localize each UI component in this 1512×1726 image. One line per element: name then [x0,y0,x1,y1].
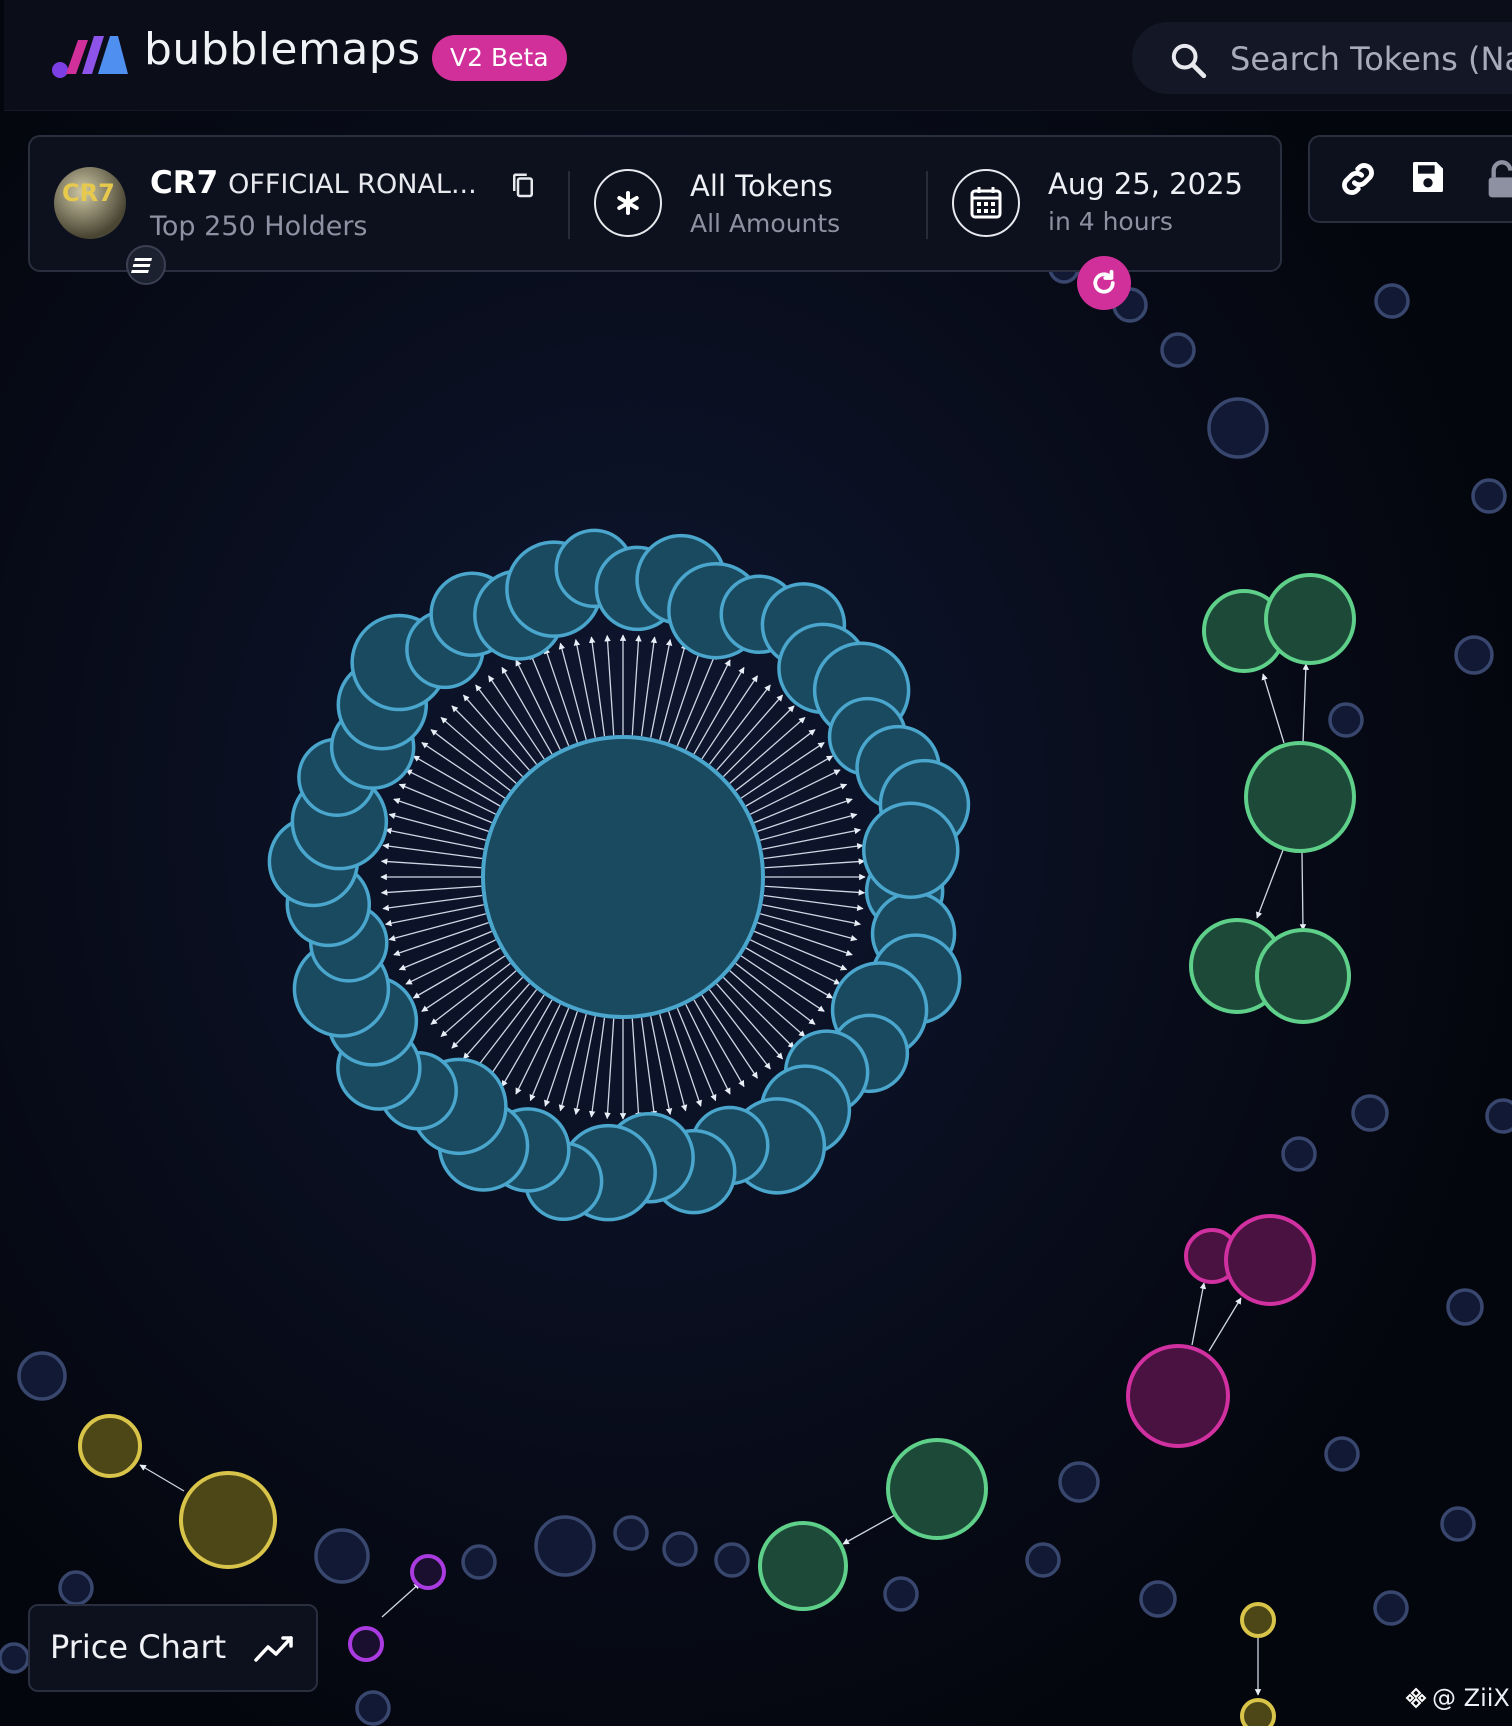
holder-bubble-small[interactable] [1373,1590,1409,1626]
holder-bubble-small[interactable] [461,1544,497,1580]
refresh-button[interactable] [1077,256,1131,310]
purple-cluster-bubble[interactable] [348,1626,384,1662]
holder-bubble[interactable] [862,801,960,899]
purple-cluster-bubble[interactable] [410,1554,446,1590]
holder-bubble-small[interactable] [883,1576,919,1612]
green-cluster-bubble[interactable] [1244,741,1356,853]
price-chart-button[interactable]: Price Chart [28,1604,318,1692]
holder-bubble-small[interactable] [1454,635,1494,675]
search-bar[interactable] [1132,22,1512,94]
holder-bubble-small[interactable] [355,1690,391,1726]
price-chart-label: Price Chart [50,1628,227,1666]
holder-bubble-small[interactable] [1025,1542,1061,1578]
trend-chart-icon [254,1636,293,1662]
binance-icon [1405,1687,1427,1709]
holder-bubble-small[interactable] [1328,702,1364,738]
yellow-cluster-bubble[interactable] [179,1471,277,1569]
token-info-panel: CR7 CR7 OFFICIAL RONAL... Top 250 Holder… [28,135,1282,285]
holder-bubble-small[interactable] [662,1531,698,1567]
yellow-cluster-bubble[interactable] [1240,1602,1276,1638]
date-subtitle[interactable]: in 4 hours [1048,207,1173,236]
holder-bubble-small[interactable] [0,1642,30,1674]
calendar-icon[interactable] [952,169,1020,237]
holder-bubble-small[interactable] [17,1351,67,1401]
green-cluster-bubble[interactable] [1264,573,1356,665]
filter-subtitle[interactable]: All Amounts [690,209,840,238]
search-input[interactable] [1228,32,1512,86]
green-cluster-bubble[interactable] [758,1521,848,1611]
holder-bubble-small[interactable] [1139,1580,1177,1618]
green-cluster-bubble[interactable] [1255,928,1351,1024]
holder-bubble-small[interactable] [1281,1136,1317,1172]
holders-label: Top 250 Holders [150,211,368,242]
holder-bubble-small[interactable] [1058,1461,1100,1503]
main-holder-bubble[interactable] [481,735,765,1019]
holder-bubble-small[interactable] [1440,1506,1476,1542]
copy-icon[interactable] [508,171,538,201]
brand-name[interactable]: bubblemaps [144,24,421,75]
holder-bubble-small[interactable] [1471,478,1507,514]
pink-cluster-bubble[interactable] [1126,1344,1230,1448]
link-icon[interactable] [1336,157,1380,201]
token-name: CR7 OFFICIAL RONAL... [150,165,477,201]
filter-title[interactable]: All Tokens [690,169,833,203]
holder-bubble-small[interactable] [1446,1288,1484,1326]
top-navigation-bar: bubblemaps V2 Beta [4,0,1512,111]
green-cluster-bubble[interactable] [886,1438,988,1540]
watermark-credit: @ ZiiX [1404,1684,1510,1712]
date-title[interactable]: Aug 25, 2025 [1048,167,1243,201]
holder-bubble-small[interactable] [1207,397,1269,459]
version-badge: V2 Beta [432,35,567,81]
holder-bubble-small[interactable] [1160,332,1196,368]
action-toolbar [1308,135,1512,223]
bubblemaps-logo-icon[interactable] [52,30,128,80]
holder-bubble-small[interactable] [1374,283,1410,319]
lock-icon[interactable] [1482,157,1512,201]
holder-bubble-small[interactable] [314,1528,370,1584]
avatar-text: CR7 [62,179,115,207]
refresh-icon [1093,269,1115,294]
token-avatar[interactable]: CR7 [54,167,166,285]
holder-bubble-small[interactable] [1324,1436,1360,1472]
holder-bubble-small[interactable] [1485,1098,1512,1134]
token-full-name: OFFICIAL RONAL... [228,169,477,200]
asterisk-icon[interactable] [594,169,662,237]
save-icon[interactable] [1408,157,1448,197]
divider [568,171,570,239]
token-symbol: CR7 [150,165,219,201]
holder-bubble-small[interactable] [534,1515,596,1577]
holder-bubble-small[interactable] [613,1515,649,1551]
search-icon [1171,43,1207,79]
holder-bubble-small[interactable] [58,1570,94,1606]
solana-chain-icon [126,245,166,285]
holder-bubble-small[interactable] [714,1542,750,1578]
yellow-cluster-bubble[interactable] [78,1414,142,1478]
divider [926,171,928,239]
pink-cluster-bubble[interactable] [1224,1214,1316,1306]
holder-bubble-small[interactable] [1351,1094,1389,1132]
credit-text: @ ZiiX [1432,1684,1510,1712]
yellow-cluster-bubble[interactable] [1240,1698,1276,1726]
